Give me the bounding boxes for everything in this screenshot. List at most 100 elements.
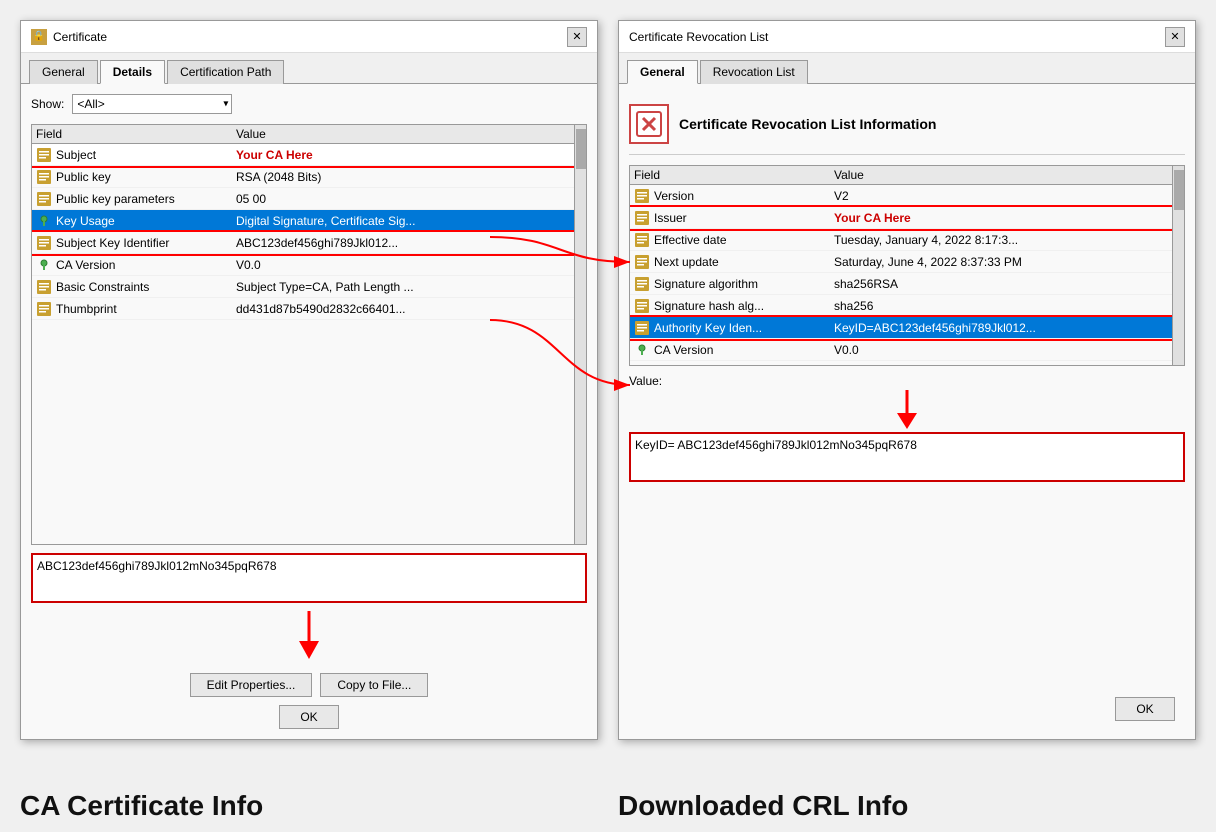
show-label: Show: — [31, 97, 64, 111]
crl-titlebar: Certificate Revocation List ✕ — [619, 21, 1195, 53]
crl-dialog: Certificate Revocation List ✕ General Re… — [618, 20, 1196, 740]
bottom-label-right: Downloaded CRL Info — [618, 790, 1196, 822]
cert-field-pubkey: Public key — [56, 170, 236, 184]
crl-col-field: Field — [634, 168, 834, 182]
cert-value-pubkey: RSA (2048 Bits) — [236, 170, 570, 184]
crl-field-sigalg: Signature algorithm — [654, 277, 834, 291]
crl-value-caversion: V0.0 — [834, 343, 1168, 357]
crl-value-nextupdate: Saturday, June 4, 2022 8:37:33 PM — [834, 255, 1168, 269]
crl-value-crlnumber: 0a — [834, 365, 1168, 366]
cert-row-subject[interactable]: Subject Your CA Here — [32, 144, 574, 166]
cert-field-ski: Subject Key Identifier — [56, 236, 236, 250]
crl-title-text: Certificate Revocation List — [629, 30, 768, 44]
crl-value-box: KeyID= ABC123def456ghi789Jkl012mNo345pqR… — [629, 432, 1185, 482]
crl-row-aki[interactable]: Authority Key Iden... KeyID=ABC123def456… — [630, 317, 1172, 339]
crl-row-version-icon — [634, 188, 650, 204]
crl-row-effdate[interactable]: Effective date Tuesday, January 4, 2022 … — [630, 229, 1172, 251]
cert-field-table: Field Value Subject Your CA Here — [31, 124, 587, 545]
cert-row-ski[interactable]: Subject Key Identifier ABC123def456ghi78… — [32, 232, 574, 254]
crl-row-crlnumber-icon — [634, 364, 650, 366]
crl-table-header: Field Value — [630, 166, 1172, 185]
crl-field-sighashalg: Signature hash alg... — [654, 299, 834, 313]
crl-value-aki: KeyID=ABC123def456ghi789Jkl012... — [834, 321, 1168, 335]
cert-table-body: Subject Your CA Here Public key RSA (204… — [32, 144, 574, 544]
cert-row-icon — [36, 147, 52, 163]
cert-arrow-down — [31, 611, 587, 661]
crl-value-box-text: KeyID= ABC123def456ghi789Jkl012mNo345pqR… — [635, 438, 917, 452]
crl-row-sigalg[interactable]: Signature algorithm sha256RSA — [630, 273, 1172, 295]
cert-row-basicconstraints[interactable]: Basic Constraints Subject Type=CA, Path … — [32, 276, 574, 298]
cert-titlebar: 🔒 Certificate ✕ — [21, 21, 597, 53]
crl-scroll-thumb — [1174, 170, 1184, 210]
cert-field-params: Public key parameters — [56, 192, 236, 206]
edit-properties-button[interactable]: Edit Properties... — [190, 673, 313, 697]
cert-title-icon: 🔒 — [31, 29, 47, 45]
copy-to-file-button[interactable]: Copy to File... — [320, 673, 428, 697]
cert-row-thumbprint[interactable]: Thumbprint dd431d87b5490d2832c66401... — [32, 298, 574, 320]
cert-scroll-thumb — [576, 129, 586, 169]
crl-field-version: Version — [654, 189, 834, 203]
tab-certpath[interactable]: Certification Path — [167, 60, 284, 84]
crl-close-button[interactable]: ✕ — [1165, 27, 1185, 47]
crl-row-sighashalg-icon — [634, 298, 650, 314]
show-select[interactable]: <All> — [72, 94, 232, 114]
crl-field-effdate: Effective date — [654, 233, 834, 247]
crl-tabs: General Revocation List — [619, 53, 1195, 84]
crl-value-sigalg: sha256RSA — [834, 277, 1168, 291]
cert-value-thumb: dd431d87b5490d2832c66401... — [236, 302, 570, 316]
cert-row-pubkey[interactable]: Public key RSA (2048 Bits) — [32, 166, 574, 188]
crl-value-effdate: Tuesday, January 4, 2022 8:17:3... — [834, 233, 1168, 247]
crl-row-effdate-icon — [634, 232, 650, 248]
crl-icon — [629, 104, 669, 144]
cert-field-caversion: CA Version — [56, 258, 236, 272]
crl-field-aki: Authority Key Iden... — [654, 321, 834, 335]
cert-row-pubkey-icon — [36, 169, 52, 185]
cert-field-inner: Field Value Subject Your CA Here — [32, 125, 574, 544]
crl-row-version[interactable]: Version V2 — [630, 185, 1172, 207]
crl-ok-button[interactable]: OK — [1115, 697, 1175, 721]
crl-value-issuer: Your CA Here — [834, 211, 1168, 225]
cert-row-caversion[interactable]: CA Version V0.0 — [32, 254, 574, 276]
cert-close-button[interactable]: ✕ — [567, 27, 587, 47]
crl-value-label: Value: — [629, 374, 1185, 388]
crl-field-table: Field Value Version V2 Issu — [629, 165, 1185, 366]
cert-row-keyusage[interactable]: Key Usage Digital Signature, Certificate… — [32, 210, 574, 232]
cert-row-pubkey-params[interactable]: Public key parameters 05 00 — [32, 188, 574, 210]
crl-field-issuer: Issuer — [654, 211, 834, 225]
crl-body: Certificate Revocation List Information … — [619, 84, 1195, 739]
crl-row-nextupdate[interactable]: Next update Saturday, June 4, 2022 8:37:… — [630, 251, 1172, 273]
cert-col-value: Value — [236, 127, 570, 141]
cert-value-params: 05 00 — [236, 192, 570, 206]
cert-col-field: Field — [36, 127, 236, 141]
cert-ok-button[interactable]: OK — [279, 705, 339, 729]
crl-table-body: Version V2 Issuer Your CA Here Eff — [630, 185, 1172, 365]
cert-ok-row: OK — [31, 705, 587, 729]
cert-tabs: General Details Certification Path — [21, 53, 597, 84]
crl-row-sigalg-icon — [634, 276, 650, 292]
tab-details[interactable]: Details — [100, 60, 165, 84]
crl-row-caversion-icon — [634, 342, 650, 358]
crl-col-value: Value — [834, 168, 1168, 182]
crl-row-caversion[interactable]: CA Version V0.0 — [630, 339, 1172, 361]
crl-row-nextupdate-icon — [634, 254, 650, 270]
crl-scrollbar[interactable] — [1172, 166, 1184, 365]
crl-ok-row: OK — [629, 697, 1185, 729]
cert-value-subject: Your CA Here — [236, 148, 570, 162]
tab-general[interactable]: General — [29, 60, 98, 84]
bottom-label-left: CA Certificate Info — [20, 790, 598, 822]
cert-table-header: Field Value — [32, 125, 574, 144]
crl-row-sighashalg[interactable]: Signature hash alg... sha256 — [630, 295, 1172, 317]
certificate-dialog: 🔒 Certificate ✕ General Details Certific… — [20, 20, 598, 740]
tab-crl-general[interactable]: General — [627, 60, 698, 84]
cert-row-keyusage-icon — [36, 213, 52, 229]
cert-field-subject: Subject — [56, 148, 236, 162]
crl-row-issuer[interactable]: Issuer Your CA Here — [630, 207, 1172, 229]
cert-scrollbar[interactable] — [574, 125, 586, 544]
cert-footer: Edit Properties... Copy to File... — [31, 665, 587, 701]
cert-title-text: Certificate — [53, 30, 107, 44]
tab-revocation-list[interactable]: Revocation List — [700, 60, 808, 84]
cert-value-ski: ABC123def456ghi789Jkl012... — [236, 236, 570, 250]
crl-row-crlnumber[interactable]: CRL Number 0a — [630, 361, 1172, 365]
crl-value-sighashalg: sha256 — [834, 299, 1168, 313]
cert-value-box: ABC123def456ghi789Jkl012mNo345pqR678 — [31, 553, 587, 603]
